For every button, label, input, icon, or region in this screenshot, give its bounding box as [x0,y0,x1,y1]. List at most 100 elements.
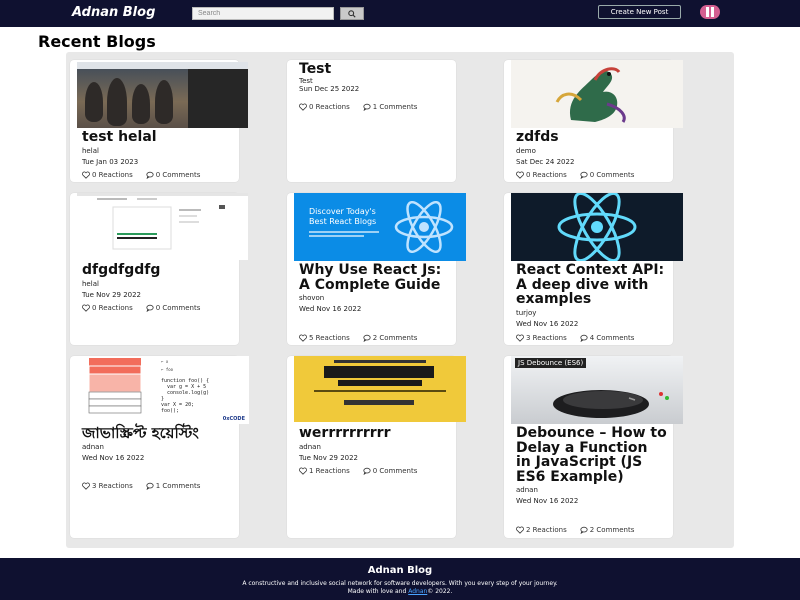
comments-count: 2 Comments [372,334,418,342]
heart-icon [82,171,90,179]
card-author: helal [82,279,99,288]
comments-count: 2 Comments [589,526,635,534]
svg-text:← x: ← x [161,359,169,364]
blog-card[interactable]: ← x ← foo function foo() { var g = X + 5… [70,356,249,538]
card-thumbnail [511,193,683,261]
heart-icon [82,482,90,490]
card-author: adnan [299,442,321,451]
reactions-count: 3 Reactions [526,334,567,342]
footer: Adnan Blog A constructive and inclusive … [0,558,800,600]
heart-icon [516,171,524,179]
avatar[interactable] [700,5,720,19]
heart-icon [516,526,524,534]
search-input[interactable] [192,7,334,20]
card-author: demo [516,146,536,155]
reactions-count: 0 Reactions [309,103,350,111]
footer-credit-suffix: © 2022. [427,588,453,595]
card-author: helal [82,146,99,155]
card-date: Sat Dec 24 2022 [516,157,575,166]
card-thumbnail: Discover Today's Best React Blogs [294,193,466,261]
heart-icon [82,304,90,312]
card-title[interactable]: zdfds [516,130,667,145]
navbar: Adnan Blog Create New Post [0,0,800,27]
card-thumbnail [77,62,248,128]
reactions-count: 1 Reactions [309,467,350,475]
svg-text:console.log(g): console.log(g) [167,390,209,396]
card-date: Tue Nov 29 2022 [82,290,142,299]
card-date: Wed Nov 16 2022 [82,454,145,462]
card-author: adnan [82,443,104,451]
comments-count: 1 Comments [372,103,418,111]
comments-count: 4 Comments [589,334,635,342]
card-title[interactable]: test helal [82,130,233,145]
card-author: shovon [299,294,325,302]
card-title[interactable]: React Context API: A deep dive with exam… [516,263,667,307]
footer-credit: Made with love and Adnan© 2022. [0,588,800,595]
reactions-count: 0 Reactions [92,304,133,312]
card-title[interactable]: জাভাস্ক্রিপ্ট হয়েস্টিং [82,426,233,441]
card-author: turjoy [516,308,537,317]
svg-text:foo();: foo(); [161,408,179,414]
card-date: Wed Nov 16 2022 [516,497,579,505]
comments-count: 0 Comments [589,171,635,179]
heart-icon [516,334,524,342]
blog-card[interactable]: Discover Today's Best React Blogs Why Us… [287,193,466,345]
card-date: Tue Nov 29 2022 [299,453,359,462]
blog-card[interactable]: zdfds demo Sat Dec 24 2022 0 Reactions 0… [504,60,683,182]
comment-icon [363,334,371,342]
comment-icon [363,103,371,111]
footer-credit-prefix: Made with love and [347,588,409,595]
comments-count: 0 Comments [155,304,201,312]
comment-icon [146,482,154,490]
heart-icon [299,334,307,342]
comment-icon [580,526,588,534]
comments-count: 1 Comments [155,482,201,490]
blog-card[interactable]: dfgdfgdfg helal Tue Nov 29 2022 0 Reacti… [70,193,248,345]
footer-title: Adnan Blog [367,565,433,576]
card-date: Tue Jan 03 2023 [82,157,139,166]
blog-card[interactable]: test helal helal Tue Jan 03 2023 0 React… [70,60,248,182]
comments-count: 0 Comments [155,171,201,179]
search-icon [348,9,356,18]
card-date: Wed Nov 16 2022 [299,305,362,313]
thumbnail-brand: 0xCODE [222,416,245,422]
card-author: adnan [516,486,538,494]
search-button[interactable] [340,7,364,20]
heart-icon [299,103,307,111]
card-date: Wed Nov 16 2022 [516,319,579,328]
reactions-count: 5 Reactions [309,334,350,342]
react-logo-icon [557,193,637,261]
comment-icon [580,334,588,342]
card-title[interactable]: Debounce – How to Delay a Function in Ja… [516,426,667,484]
heart-icon [299,467,307,475]
brand-logo[interactable]: Adnan Blog [72,5,155,20]
blog-card[interactable]: werrrrrrrrrr adnan Tue Nov 29 2022 1 Rea… [287,356,466,538]
card-thumbnail: JS Debounce (ES6) [511,356,683,424]
card-date: Sun Dec 25 2022 [299,84,360,93]
card-thumbnail: ← x ← foo function foo() { var g = X + 5… [77,356,249,424]
comment-icon [363,467,371,475]
card-title[interactable]: Why Use React Js: A Complete Guide [299,263,450,292]
comment-icon [146,171,154,179]
comment-icon [580,171,588,179]
thumbnail-text: Discover Today's Best React Blogs [309,207,377,226]
comment-icon [146,304,154,312]
react-logo-icon [394,201,454,253]
footer-author-link[interactable]: Adnan [408,588,427,595]
card-thumbnail [294,356,466,422]
comments-count: 0 Comments [372,467,418,475]
card-author: Test [299,76,313,85]
card-title[interactable]: werrrrrrrrrr [299,426,450,441]
footer-tagline: A constructive and inclusive social netw… [242,580,558,587]
blog-card[interactable]: React Context API: A deep dive with exam… [504,193,683,345]
thumbnail-text: JS Debounce (ES6) [515,358,587,368]
reactions-count: 0 Reactions [92,171,133,179]
blog-card[interactable]: JS Debounce (ES6) Debounce – How to Dela… [504,356,683,538]
card-title[interactable]: Test [299,62,450,77]
card-title[interactable]: dfgdfgdfg [82,263,233,278]
create-post-button[interactable]: Create New Post [598,5,681,19]
page-title: Recent Blogs [38,32,156,51]
blog-card[interactable]: Test Test Sun Dec 25 2022 0 Reactions 1 … [287,60,456,182]
reactions-count: 0 Reactions [526,171,567,179]
reactions-count: 2 Reactions [526,526,567,534]
